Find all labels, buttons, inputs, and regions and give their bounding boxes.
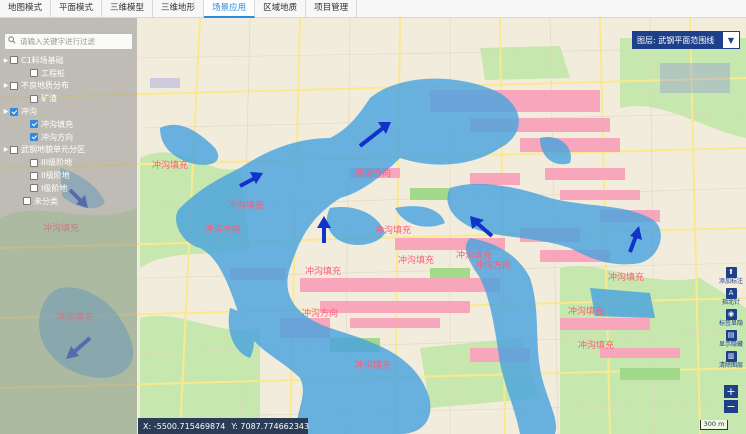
layer-label: 未分类 (34, 196, 58, 206)
layers-icon: ▤ (725, 330, 737, 341)
tool-label: 显示隐藏 (719, 341, 744, 348)
layer-label: 工程桩 (41, 68, 65, 78)
layer-checkbox[interactable] (30, 120, 38, 129)
map-label: 冲沟填充 (608, 271, 644, 283)
layer-checkbox[interactable] (30, 171, 38, 180)
tool-button[interactable]: ◉ 标签显隐 (719, 309, 743, 329)
tool-label: 清除图层 (719, 362, 744, 369)
layer-checkbox[interactable] (10, 107, 18, 116)
map-label: 冲沟填充 (228, 199, 264, 211)
layer-node[interactable]: 矿渣 (2, 92, 136, 105)
scale-bar: 300 m (700, 420, 728, 430)
layer-checkbox[interactable] (30, 94, 38, 103)
caret-right-icon[interactable]: ▶ (2, 108, 10, 115)
layer-label: 武钢地貌单元分区 (21, 145, 85, 155)
map-label: 冲沟填充 (152, 159, 188, 171)
layer-node[interactable]: I级阶地 (2, 182, 136, 195)
layer-select-value: 图层: 武钢平面范围线 (637, 35, 715, 45)
tab-0[interactable]: 地图模式 (0, 0, 52, 18)
coord-y: Y: 7087.774662343 (231, 421, 310, 431)
map-label: 冲沟填充 (456, 249, 492, 261)
map-label: 冲沟填充 (355, 359, 391, 371)
map-label: 冲沟方向 (302, 307, 338, 319)
tool-label: 指北针 (721, 299, 740, 306)
search-icon (8, 36, 16, 47)
layer-search-input[interactable] (20, 37, 130, 46)
layer-node[interactable]: 冲沟填充 (2, 118, 136, 131)
layer-label: 冲沟方向 (41, 132, 73, 142)
layer-node[interactable]: 未分类 (2, 195, 136, 208)
layer-select[interactable]: 图层: 武钢平面范围线 ▼ (632, 31, 740, 49)
layer-node[interactable]: III级阶地 (2, 156, 136, 169)
caret-right-icon[interactable]: ▶ (2, 82, 10, 89)
tool-button[interactable]: ▥ 清除图层 (719, 351, 743, 371)
zoom-out-button[interactable]: − (724, 400, 738, 413)
tab-5[interactable]: 区域地质 (255, 0, 307, 18)
tool-button[interactable]: A 指北针 (719, 288, 743, 308)
zoom-in-button[interactable]: + (724, 385, 738, 398)
layer-checkbox[interactable] (30, 158, 38, 167)
layer-tree: ▶ C1料场基础工程桩 ▶ 不良地质分布矿渣 ▶ 冲沟 冲沟填充冲沟方向 ▶ 武钢地貌单元分区 I… (2, 54, 136, 208)
map-label: 冲沟填充 (398, 254, 434, 266)
layer-node[interactable]: II级阶地 (2, 169, 136, 182)
map-label: 冲沟填充 (305, 265, 341, 277)
caret-right-icon[interactable]: ▶ (2, 57, 10, 64)
caret-right-icon[interactable]: ▶ (2, 146, 10, 153)
map-label: 冲沟填充 (568, 305, 604, 317)
map-tools: ⬆ 添加标注 A 指北针 ◉ 标签显隐 ▤ 显示隐藏 ▥ 清除图层 (719, 267, 743, 372)
tool-button[interactable]: ▤ 显示隐藏 (719, 330, 743, 350)
map-label: 冲沟方向 (205, 223, 241, 235)
tool-button[interactable]: ⬆ 添加标注 (719, 267, 743, 287)
layer-checkbox[interactable] (10, 145, 18, 154)
tab-1[interactable]: 平面模式 (51, 0, 103, 18)
layer-panel: ▶ C1料场基础工程桩 ▶ 不良地质分布矿渣 ▶ 冲沟冲沟填充冲沟方向 ▶ 武钢地貌单元分区 I… (0, 18, 137, 434)
layer-checkbox[interactable] (10, 81, 18, 90)
layer-label: 冲沟 (21, 107, 37, 117)
coord-x: X: -5500.715469874 (143, 421, 226, 431)
layer-checkbox[interactable] (30, 184, 38, 193)
layer-label: 不良地质分布 (21, 81, 69, 91)
chevron-down-icon[interactable]: ▼ (722, 31, 740, 49)
layer-checkbox[interactable] (30, 133, 38, 142)
layer-node[interactable]: ▶ 不良地质分布 (2, 80, 136, 93)
tab-2[interactable]: 三维模型 (102, 0, 154, 18)
zoom-controls: + − (724, 385, 738, 415)
coordinate-readout: X: -5500.715469874 Y: 7087.774662343 (138, 418, 310, 434)
layer-label: II级阶地 (41, 171, 70, 181)
eye-icon: ◉ (725, 309, 737, 320)
layer-label: 矿渣 (41, 94, 57, 104)
layer-label: I级阶地 (41, 183, 68, 193)
map-label: 冲沟填充 (375, 224, 411, 236)
layer-node[interactable]: 冲沟方向 (2, 131, 136, 144)
layer-checkbox[interactable] (23, 197, 31, 206)
layer-node[interactable]: 工程桩 (2, 67, 136, 80)
tool-label: 标签显隐 (719, 320, 744, 327)
layer-node[interactable]: ▶ 武钢地貌单元分区 (2, 144, 136, 157)
layer-node[interactable]: ▶ C1料场基础 (2, 54, 136, 67)
layer-checkbox[interactable] (10, 56, 18, 65)
layer-node[interactable]: ▶ 冲沟 (2, 105, 136, 118)
tab-3[interactable]: 三维地形 (153, 0, 205, 18)
tab-bar: 地图模式 平面模式 三维模型 三维地形 场景应用 区域地质 项目管理 (0, 0, 746, 18)
tab-6[interactable]: 项目管理 (306, 0, 358, 18)
tool-label: 添加标注 (719, 278, 744, 285)
pin-icon: ⬆ (725, 267, 737, 278)
tab-4[interactable]: 场景应用 (204, 0, 256, 18)
layer-label: III级阶地 (41, 158, 73, 168)
layer-label: C1料场基础 (21, 55, 64, 65)
map-label: 冲沟填充 (578, 339, 614, 351)
north-arrow-icon: A (725, 288, 737, 299)
layer-label: 冲沟填充 (41, 119, 73, 129)
layer-search-box (4, 33, 133, 50)
layer-checkbox[interactable] (30, 69, 38, 78)
trash-icon: ▥ (725, 351, 737, 362)
map-label: 冲沟方向 (355, 167, 391, 179)
